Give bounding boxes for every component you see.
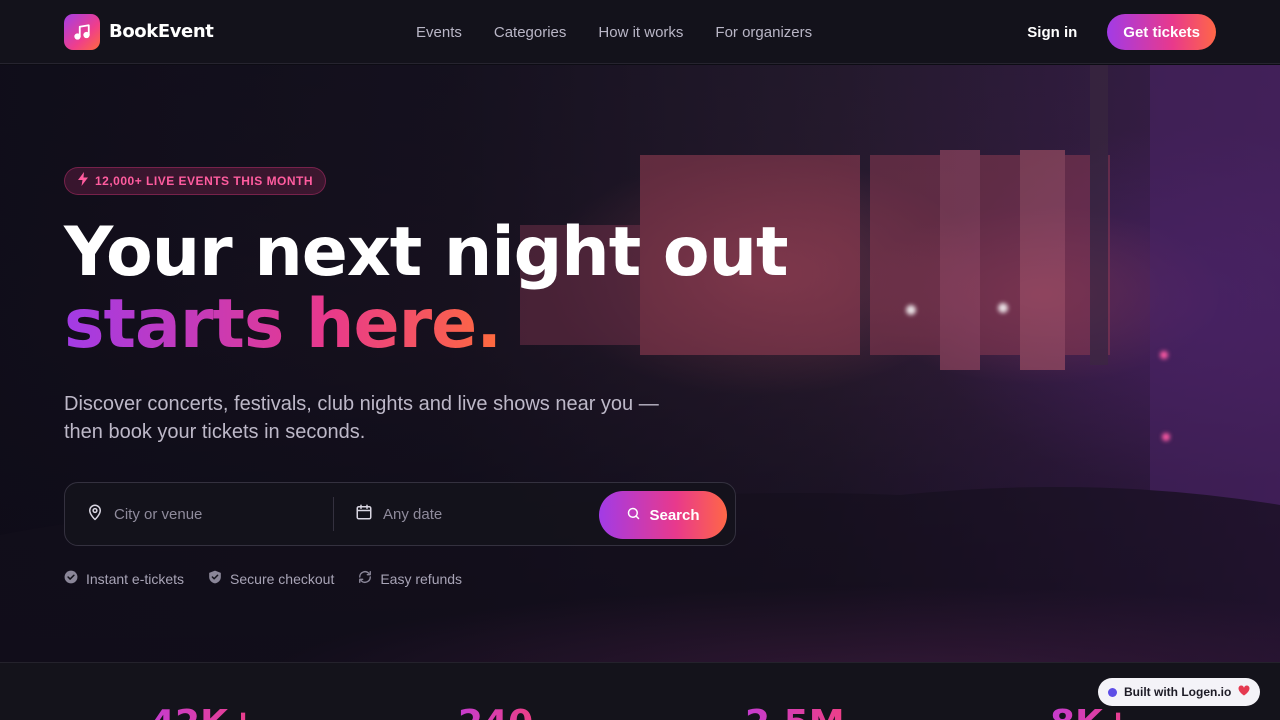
stage-light bbox=[1162, 433, 1170, 441]
nav-link-events[interactable]: Events bbox=[416, 24, 462, 41]
heart-icon bbox=[1238, 685, 1250, 699]
headline-line-1: Your next night out bbox=[64, 213, 789, 292]
brand-name: BookEvent bbox=[109, 21, 214, 42]
sign-in-link[interactable]: Sign in bbox=[1027, 24, 1077, 41]
header-actions: Sign in Get tickets bbox=[1027, 0, 1216, 64]
date-input[interactable] bbox=[383, 505, 563, 523]
logen-dot-icon bbox=[1108, 687, 1117, 697]
hero-subtitle: Discover concerts, festivals, club night… bbox=[64, 393, 659, 443]
city-field bbox=[65, 483, 333, 545]
shield-check-icon bbox=[208, 570, 222, 587]
top-navigation-bar: BookEvent Events Categories How it works… bbox=[0, 0, 1280, 64]
calendar-icon bbox=[355, 503, 373, 526]
music-note-icon bbox=[64, 13, 100, 50]
stat-value: 240 bbox=[458, 703, 533, 720]
brand-logo[interactable]: BookEvent bbox=[64, 13, 264, 50]
stage-light bbox=[906, 305, 916, 315]
badge-text: 12,000+ LIVE EVENTS THIS MONTH bbox=[95, 174, 314, 188]
feature-item: Easy refunds bbox=[358, 570, 462, 587]
stat-value: 42K+ bbox=[150, 703, 258, 720]
stage-light bbox=[998, 303, 1008, 313]
stats-strip: 42K+ 240 2.5M 8K+ bbox=[0, 662, 1280, 720]
hero-headline: Your next night out starts here. bbox=[64, 213, 789, 364]
check-circle-icon bbox=[64, 570, 78, 587]
built-with-badge[interactable]: Built with Logen.io bbox=[1098, 678, 1261, 706]
nav-link-for-organizers[interactable]: For organizers bbox=[715, 24, 812, 41]
feature-list: Instant e-tickets Secure checkout Easy r… bbox=[64, 570, 462, 587]
nav-link-categories[interactable]: Categories bbox=[494, 24, 567, 41]
location-pin-icon bbox=[86, 503, 104, 526]
stat-value: 2.5M bbox=[745, 703, 845, 720]
feature-item: Instant e-tickets bbox=[64, 570, 184, 587]
main-nav: Events Categories How it works For organ… bbox=[416, 0, 812, 64]
search-button[interactable]: Search bbox=[599, 491, 727, 539]
search-icon bbox=[626, 506, 641, 525]
built-with-label: Built with Logen.io bbox=[1124, 685, 1232, 699]
event-search-bar: Search bbox=[64, 482, 736, 546]
city-input[interactable] bbox=[114, 505, 294, 523]
stage-light bbox=[1160, 351, 1168, 359]
feature-label: Instant e-tickets bbox=[86, 570, 185, 587]
search-button-label: Search bbox=[649, 506, 700, 524]
feature-item: Secure checkout bbox=[208, 570, 334, 587]
feature-label: Easy refunds bbox=[380, 570, 463, 587]
live-events-badge: 12,000+ LIVE EVENTS THIS MONTH bbox=[64, 167, 327, 195]
hero-section: 12,000+ LIVE EVENTS THIS MONTH Your next… bbox=[0, 65, 1280, 662]
date-field bbox=[333, 497, 600, 531]
get-tickets-button[interactable]: Get tickets bbox=[1107, 14, 1216, 50]
feature-label: Secure checkout bbox=[230, 570, 335, 587]
refresh-icon bbox=[358, 570, 372, 587]
lightning-icon bbox=[77, 171, 89, 191]
headline-line-2: starts here. bbox=[64, 285, 502, 364]
nav-link-how-it-works[interactable]: How it works bbox=[598, 24, 683, 41]
